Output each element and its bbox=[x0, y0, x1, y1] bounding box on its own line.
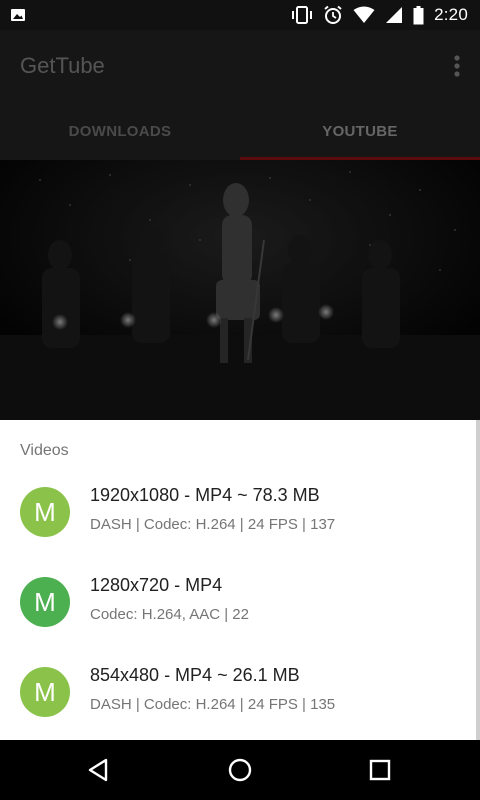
item-title: 1280x720 - MP4 bbox=[90, 575, 223, 595]
screen: 2:20 GetTube DOWNLOADS YOUTUBE Videos M … bbox=[0, 0, 480, 800]
alarm-icon bbox=[324, 5, 342, 24]
avatar-letter: M bbox=[34, 586, 56, 617]
video-format-sheet: Videos M 1920x1080 - MP4 ~ 78.3 MB DASH … bbox=[0, 420, 480, 740]
list-item[interactable]: M 1280x720 - MP4 Codec: H.264, AAC | 22 bbox=[0, 562, 476, 642]
vibrate-icon bbox=[292, 6, 313, 24]
home-icon[interactable] bbox=[227, 757, 253, 783]
recents-icon[interactable] bbox=[367, 757, 393, 783]
list-item[interactable]: M 1920x1080 - MP4 ~ 78.3 MB DASH | Codec… bbox=[0, 472, 476, 552]
status-time: 2:20 bbox=[434, 5, 468, 24]
status-bar: 2:20 bbox=[0, 0, 480, 30]
app-background: GetTube DOWNLOADS YOUTUBE bbox=[0, 30, 480, 420]
image-icon bbox=[11, 9, 25, 21]
wifi-icon bbox=[353, 6, 375, 23]
avatar-letter: M bbox=[34, 676, 56, 707]
video-thumbnail bbox=[0, 160, 480, 420]
app-title: GetTube bbox=[20, 53, 105, 78]
scrollbar[interactable] bbox=[476, 420, 480, 740]
item-subtitle: DASH | Codec: H.264 | 24 FPS | 137 bbox=[90, 516, 336, 533]
sheet-heading: Videos bbox=[20, 442, 69, 459]
avatar: M bbox=[20, 577, 70, 627]
item-title: 1920x1080 - MP4 ~ 78.3 MB bbox=[90, 485, 320, 505]
avatar: M bbox=[20, 487, 70, 537]
item-subtitle: DASH | Codec: H.264 | 24 FPS | 135 bbox=[90, 696, 336, 713]
item-title: 854x480 - MP4 ~ 26.1 MB bbox=[90, 665, 300, 685]
more-vert-icon[interactable] bbox=[454, 54, 460, 78]
tab-downloads[interactable]: DOWNLOADS bbox=[0, 102, 240, 160]
item-subtitle: Codec: H.264, AAC | 22 bbox=[90, 606, 249, 623]
list-item[interactable]: M 854x480 - MP4 ~ 26.1 MB DASH | Codec: … bbox=[0, 652, 476, 732]
toolbar: GetTube bbox=[0, 30, 480, 102]
battery-icon bbox=[413, 5, 424, 24]
navigation-bar bbox=[0, 740, 480, 800]
avatar: M bbox=[20, 667, 70, 717]
back-icon[interactable] bbox=[86, 757, 112, 783]
video-thumbnail-image bbox=[0, 160, 480, 420]
avatar-letter: M bbox=[34, 496, 56, 527]
tab-youtube[interactable]: YOUTUBE bbox=[240, 102, 480, 160]
tab-bar: DOWNLOADS YOUTUBE bbox=[0, 102, 480, 160]
signal-icon bbox=[386, 7, 403, 23]
